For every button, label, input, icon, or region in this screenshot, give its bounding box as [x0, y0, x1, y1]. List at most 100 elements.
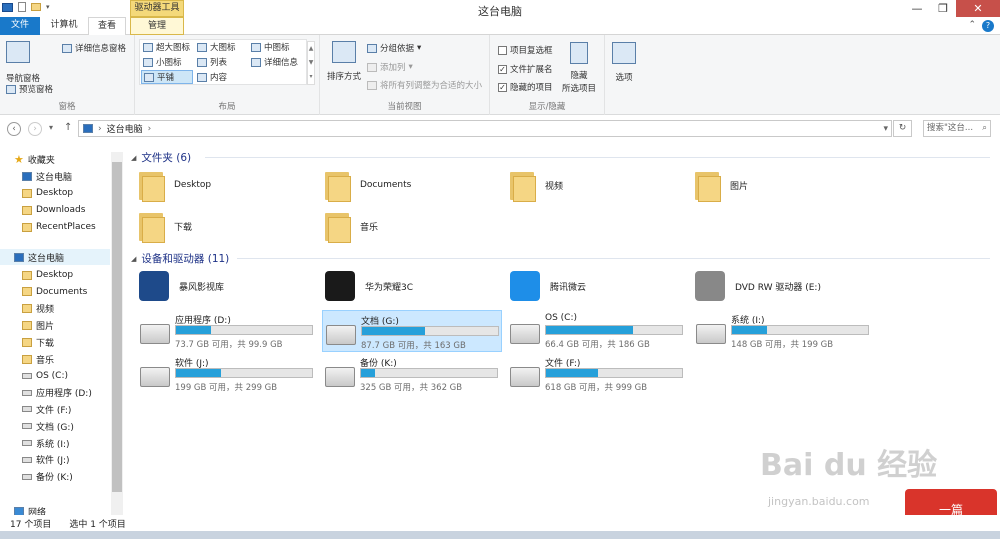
device-item[interactable]: 华为荣耀3C: [325, 271, 413, 301]
tab-file[interactable]: 文件: [0, 17, 40, 35]
nav-pane-icon: [6, 41, 30, 63]
item-checkboxes-toggle[interactable]: 项目复选框: [498, 44, 553, 56]
tab-computer[interactable]: 计算机: [40, 17, 88, 35]
checkbox-checked-icon: ✓: [498, 64, 507, 74]
nav-pc-item[interactable]: 文件 (F:): [22, 401, 71, 417]
sort-by-button[interactable]: 排序方式: [327, 41, 361, 82]
folder-item[interactable]: 视频: [510, 168, 563, 202]
tab-manage[interactable]: 管理: [130, 17, 184, 35]
layout-small-icons[interactable]: 小图标: [143, 56, 182, 68]
drive-tile[interactable]: OS (C:) 66.4 GB 可用，共 186 GB: [507, 310, 687, 352]
devices-header[interactable]: ◢ 设备和驱动器 (11): [131, 251, 229, 266]
drive-usage-fill: [361, 369, 375, 377]
drive-tile[interactable]: 文件 (F:) 618 GB 可用，共 999 GB: [507, 353, 687, 395]
folder-label: 下载: [174, 222, 193, 233]
nav-favorite-item[interactable]: 这台电脑: [22, 168, 72, 184]
nav-pc-item[interactable]: 文档 (G:): [22, 418, 74, 434]
divider: [237, 258, 990, 259]
layout-large-icons[interactable]: 大图标: [197, 41, 236, 53]
drive-tile[interactable]: 备份 (K:) 325 GB 可用，共 362 GB: [322, 353, 502, 395]
drive-tile[interactable]: 系统 (I:) 148 GB 可用，共 199 GB: [693, 310, 873, 352]
drive-usage-bar: [360, 368, 498, 378]
nav-pc-item[interactable]: 备份 (K:): [22, 469, 73, 485]
address-sep: ›: [147, 123, 152, 134]
nav-favorite-item[interactable]: Desktop: [22, 185, 73, 201]
nav-pc-item[interactable]: 视频: [22, 301, 54, 317]
layout-tiles[interactable]: 平铺: [141, 70, 193, 84]
hide-selected-label-1: 隐藏: [570, 71, 588, 81]
nav-pc-item[interactable]: OS (C:): [22, 368, 68, 384]
layout-details[interactable]: 详细信息: [251, 56, 298, 68]
folders-header[interactable]: ◢ 文件夹 (6): [131, 150, 191, 165]
layout-list[interactable]: 列表: [197, 56, 227, 68]
nav-this-pc[interactable]: 这台电脑: [0, 249, 110, 265]
folder-icon: [22, 188, 32, 198]
nav-pc-item[interactable]: Documents: [22, 284, 87, 300]
layout-xl-icons[interactable]: 超大图标: [143, 41, 190, 53]
device-item[interactable]: 暴风影视库: [139, 271, 224, 301]
nav-pc-item[interactable]: 下载: [22, 334, 54, 350]
help-icon[interactable]: ?: [982, 20, 994, 32]
back-button[interactable]: ‹: [7, 122, 21, 136]
nav-pc-item[interactable]: 应用程序 (D:): [22, 385, 92, 401]
maximize-button[interactable]: ❐: [930, 0, 956, 18]
hide-selected-button[interactable]: 隐藏 所选项目: [562, 42, 596, 94]
group-current-view: 排序方式 分组依据 ▾ 添加列 ▾ 将所有列调整为合适的大小 当前视图: [320, 35, 490, 115]
address-bar[interactable]: › 这台电脑 › ▾: [78, 120, 892, 137]
folder-icon: [22, 337, 32, 347]
baidu-watermark: Bai du 经验: [760, 448, 938, 483]
device-item[interactable]: DVD RW 驱动器 (E:): [695, 271, 821, 301]
hard-drive-icon: [696, 324, 726, 344]
file-extensions-toggle[interactable]: ✓ 文件扩展名: [498, 63, 553, 75]
details-pane-button[interactable]: 详细信息窗格: [62, 42, 126, 54]
folder-item[interactable]: Documents: [325, 168, 411, 202]
layout-medium-icons[interactable]: 中图标: [251, 41, 290, 53]
layout-content[interactable]: 内容: [197, 71, 227, 83]
folder-icon: [325, 209, 351, 243]
folder-item[interactable]: 下载: [139, 209, 192, 243]
drive-tile[interactable]: 应用程序 (D:) 73.7 GB 可用，共 99.9 GB: [137, 310, 317, 352]
tab-view[interactable]: 查看: [88, 17, 126, 36]
hidden-items-toggle[interactable]: ✓ 隐藏的项目: [498, 81, 553, 93]
drive-usage-fill: [362, 327, 425, 335]
drive-tile[interactable]: 软件 (J:) 199 GB 可用，共 299 GB: [137, 353, 317, 395]
layout-scroll[interactable]: ▲ ▼ ▾: [307, 41, 315, 85]
refresh-button[interactable]: ↻: [893, 120, 912, 137]
recent-locations-button[interactable]: ▾: [49, 123, 53, 132]
nav-pc-item[interactable]: 图片: [22, 317, 54, 333]
ribbon-collapse-icon[interactable]: ⌃: [968, 20, 976, 32]
nav-favorites[interactable]: ★ 收藏夹: [14, 151, 55, 167]
folder-item[interactable]: Desktop: [139, 168, 211, 202]
close-button[interactable]: ✕: [956, 0, 1000, 18]
folder-item[interactable]: 图片: [695, 168, 748, 202]
nav-scrollbar-thumb[interactable]: [112, 162, 122, 492]
minimize-button[interactable]: —: [904, 0, 930, 18]
hide-selected-label-2: 所选项目: [562, 84, 597, 94]
options-button[interactable]: 选项: [612, 42, 636, 83]
nav-favorite-item[interactable]: RecentPlaces: [22, 219, 96, 235]
address-dropdown-icon[interactable]: ▾: [883, 124, 888, 134]
group-by-button[interactable]: 分组依据 ▾: [367, 42, 421, 54]
nav-pc-item[interactable]: Desktop: [22, 267, 73, 283]
group-layout: 超大图标 大图标 中图标 小图标 列表 详细信息 平铺 内容 ▲ ▼ ▾ 布局: [135, 35, 320, 115]
nav-scrollbar[interactable]: [111, 152, 123, 524]
add-column-button[interactable]: 添加列 ▾: [367, 61, 413, 73]
nav-pc-item[interactable]: 系统 (I:): [22, 435, 70, 451]
xl-icons-icon: [143, 42, 153, 52]
nav-pc-item[interactable]: 软件 (J:): [22, 452, 70, 468]
drive-usage-bar: [731, 325, 869, 335]
window-controls: — ❐ ✕: [904, 0, 1000, 18]
nav-pc-item[interactable]: 音乐: [22, 351, 54, 367]
folder-icon: [139, 168, 165, 202]
address-path[interactable]: 这台电脑: [107, 122, 143, 135]
drive-tile[interactable]: 文档 (G:) 87.7 GB 可用，共 163 GB: [322, 310, 502, 352]
preview-pane-button[interactable]: 预览窗格: [6, 83, 53, 95]
search-input[interactable]: 搜索"这台... ⌕: [923, 120, 991, 137]
folder-item[interactable]: 音乐: [325, 209, 378, 243]
fit-columns-button[interactable]: 将所有列调整为合适的大小: [367, 79, 482, 91]
up-button[interactable]: ↑: [64, 122, 72, 133]
forward-button[interactable]: ›: [28, 122, 42, 136]
nav-pane-button[interactable]: 导航窗格: [6, 41, 40, 84]
device-item[interactable]: 腾讯微云: [510, 271, 586, 301]
nav-favorite-item[interactable]: Downloads: [22, 202, 85, 218]
